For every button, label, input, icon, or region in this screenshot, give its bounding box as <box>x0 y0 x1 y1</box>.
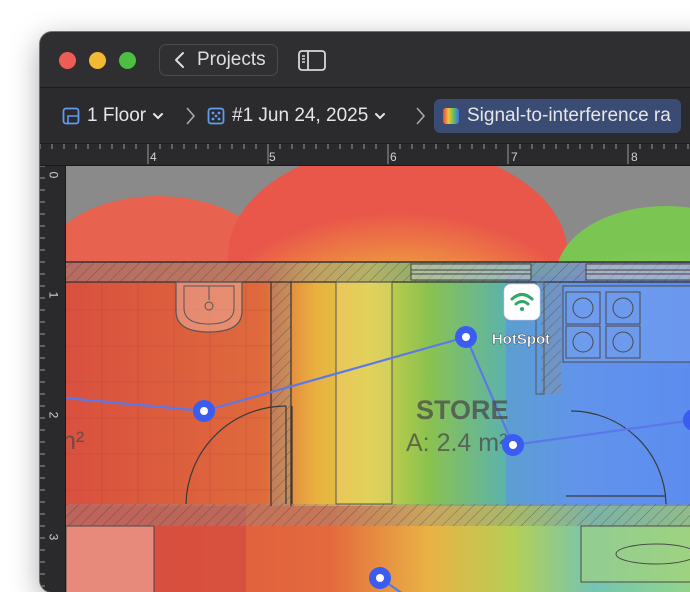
survey-selector[interactable]: #1 Jun 24, 2025 <box>207 88 386 144</box>
chevron-down-icon <box>153 113 164 120</box>
access-point-label: HotSpot <box>492 331 550 348</box>
close-window-button[interactable] <box>59 52 76 69</box>
sidebar-toggle-icon[interactable] <box>298 50 326 71</box>
survey-point[interactable] <box>455 326 477 348</box>
zoom-window-button[interactable] <box>119 52 136 69</box>
ruler-tick-label: 0 <box>46 171 61 179</box>
horizontal-ruler: 4 5 6 7 8 <box>40 144 690 166</box>
vertical-ruler-ticks <box>40 166 45 587</box>
ruler-tick-label: 5 <box>269 150 276 164</box>
ruler-tick-label: 7 <box>511 150 518 164</box>
horizontal-ruler-ticks <box>40 144 689 164</box>
chevron-left-icon <box>175 52 184 68</box>
title-bar: Projects <box>40 32 690 88</box>
floor-selector[interactable]: 1 Floor <box>62 88 164 144</box>
survey-point[interactable] <box>369 567 391 589</box>
ruler-tick-label: 2 <box>46 411 61 419</box>
heatmap-icon <box>443 108 459 124</box>
app-window: Projects 1 Floor #1 Jun 24, 2025 Signal-… <box>40 32 690 592</box>
breadcrumb-separator-icon <box>186 107 196 125</box>
survey-points-layer: HotSpot <box>193 283 690 589</box>
vertical-ruler: 0 1 2 3 <box>40 166 66 592</box>
ruler-tick-label: 6 <box>390 150 397 164</box>
ruler-tick-label: 3 <box>46 533 61 541</box>
back-button-label: Projects <box>197 49 266 70</box>
survey-point[interactable] <box>683 409 690 431</box>
floor-plan-canvas[interactable]: STORE A: 2.4 m² n² K A HotSpot <box>66 166 690 592</box>
ruler-tick-label: 8 <box>631 150 638 164</box>
back-to-projects-button[interactable]: Projects <box>159 44 278 76</box>
survey-label: #1 Jun 24, 2025 <box>232 105 369 126</box>
ruler-tick-label: 1 <box>46 291 61 299</box>
visualization-label: Signal-to-interference ra <box>467 105 671 126</box>
breadcrumb-separator-icon <box>416 107 426 125</box>
survey-dice-icon <box>207 107 225 125</box>
survey-point[interactable] <box>193 400 215 422</box>
minimize-window-button[interactable] <box>89 52 106 69</box>
chevron-down-icon <box>375 113 386 120</box>
visualization-selector[interactable]: Signal-to-interference ra <box>434 99 681 133</box>
floor-icon <box>62 107 80 125</box>
floor-label: 1 Floor <box>87 105 147 126</box>
survey-point[interactable] <box>502 434 524 456</box>
access-point[interactable] <box>503 283 541 321</box>
breadcrumb: 1 Floor #1 Jun 24, 2025 Signal-to-interf… <box>40 88 690 144</box>
ruler-tick-label: 4 <box>150 150 157 164</box>
